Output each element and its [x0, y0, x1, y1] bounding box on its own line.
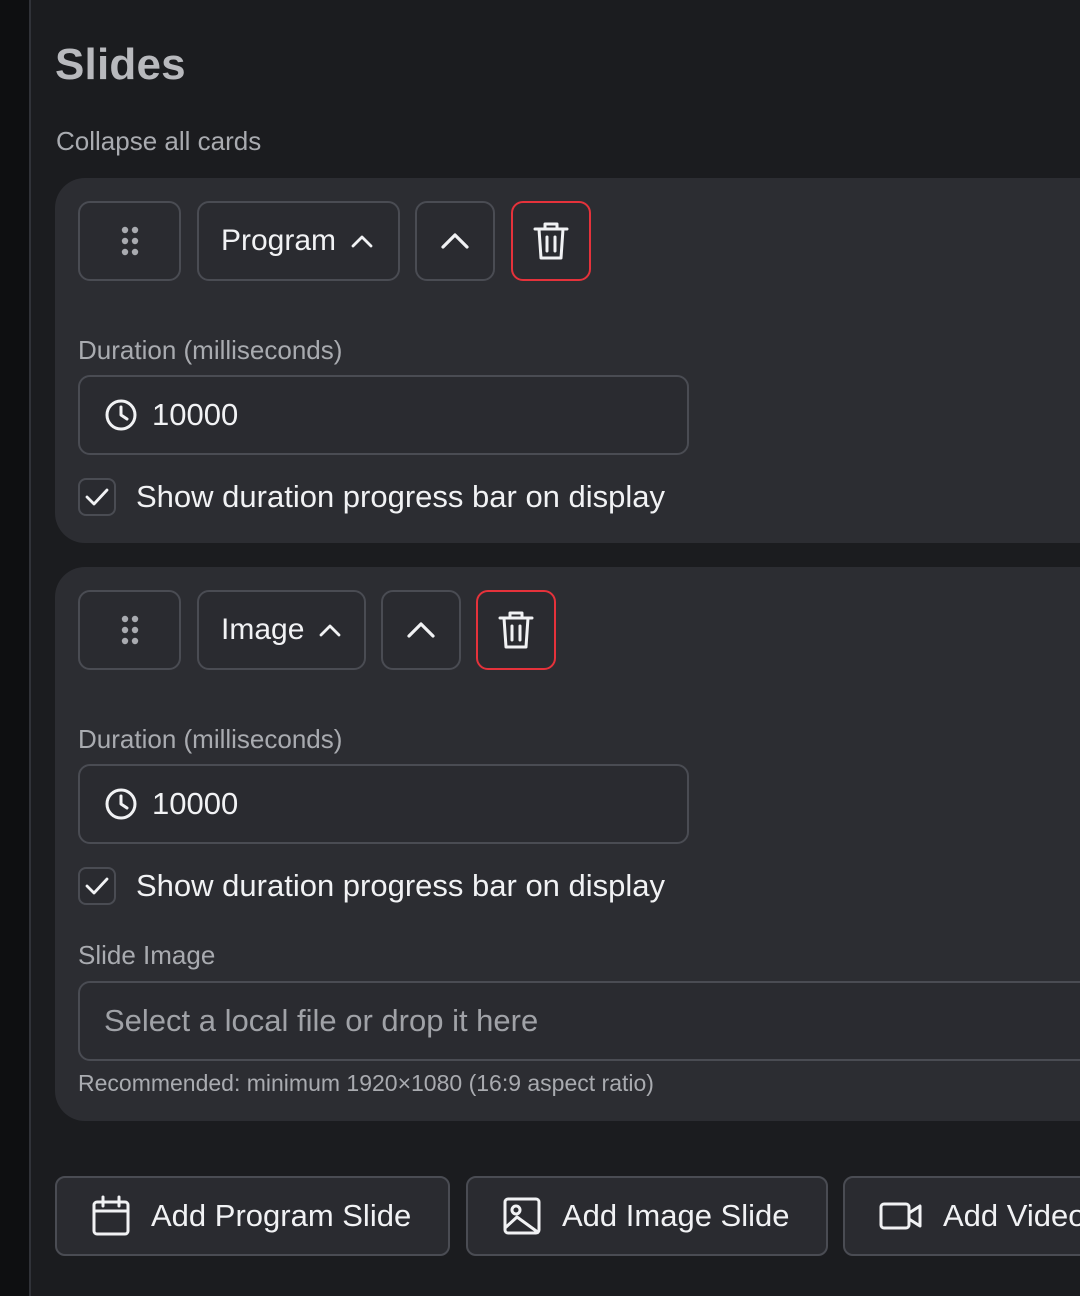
add-video-slide-button[interactable]: Add Video Slide — [843, 1176, 1080, 1256]
add-image-slide-button[interactable]: Add Image Slide — [466, 1176, 828, 1256]
slide-image-label: Slide Image — [78, 940, 216, 970]
add-image-slide-label: Add Image Slide — [562, 1198, 790, 1233]
add-video-slide-label: Add Video Slide — [943, 1198, 1080, 1233]
progress-bar-checkbox[interactable] — [78, 867, 116, 905]
checkmark-icon — [85, 488, 109, 506]
image-icon — [503, 1197, 541, 1235]
file-input-placeholder: Select a local file or drop it here — [104, 1003, 539, 1038]
slide-card-program: Program Duration (milliseconds) 10000 Sh… — [55, 178, 1080, 543]
add-program-slide-button[interactable]: Add Program Slide — [55, 1176, 450, 1256]
chevron-up-icon — [351, 235, 373, 248]
duration-label: Duration (milliseconds) — [78, 724, 343, 754]
duration-label: Duration (milliseconds) — [78, 335, 343, 365]
collapse-all-cards-link[interactable]: Collapse all cards — [56, 126, 261, 157]
progress-bar-toggle[interactable]: Show duration progress bar on display — [78, 478, 665, 516]
trash-icon — [498, 611, 534, 649]
clock-icon — [105, 788, 137, 820]
progress-bar-label: Show duration progress bar on display — [136, 868, 666, 903]
chevron-up-icon — [319, 624, 341, 637]
collapse-card-button[interactable] — [415, 201, 495, 281]
collapse-card-button[interactable] — [381, 590, 461, 670]
progress-bar-toggle[interactable]: Show duration progress bar on display — [78, 867, 665, 905]
delete-slide-button[interactable] — [476, 590, 556, 670]
video-camera-icon — [879, 1202, 922, 1230]
slide-type-label: Image — [221, 613, 305, 646]
drag-handle-button[interactable] — [78, 590, 181, 670]
duration-value: 10000 — [152, 786, 239, 821]
delete-slide-button[interactable] — [511, 201, 591, 281]
slide-type-label: Program — [221, 224, 337, 257]
main-content: Slides Collapse all cards Program Durati… — [33, 0, 1080, 1296]
drag-handle-icon — [121, 226, 138, 256]
add-program-slide-label: Add Program Slide — [151, 1198, 412, 1233]
clock-icon — [105, 399, 137, 431]
drag-handle-icon — [121, 615, 138, 645]
trash-icon — [533, 222, 569, 260]
left-rail — [0, 0, 31, 1296]
checkmark-icon — [85, 877, 109, 895]
slide-image-help-text: Recommended: minimum 1920×1080 (16:9 asp… — [78, 1070, 654, 1096]
duration-input[interactable]: 10000 — [78, 375, 689, 455]
duration-input[interactable]: 10000 — [78, 764, 689, 844]
progress-bar-label: Show duration progress bar on display — [136, 479, 666, 514]
chevron-up-icon — [407, 622, 435, 638]
slide-type-dropdown[interactable]: Program — [197, 201, 400, 281]
page-title: Slides — [55, 40, 186, 89]
chevron-up-icon — [441, 233, 469, 249]
calendar-icon — [92, 1195, 130, 1236]
duration-value: 10000 — [152, 397, 239, 432]
progress-bar-checkbox[interactable] — [78, 478, 116, 516]
slide-image-file-input[interactable]: Select a local file or drop it here — [78, 981, 1080, 1061]
slide-type-dropdown[interactable]: Image — [197, 590, 366, 670]
slide-card-image: Image Duration (milliseconds) 10000 Show… — [55, 567, 1080, 1121]
drag-handle-button[interactable] — [78, 201, 181, 281]
